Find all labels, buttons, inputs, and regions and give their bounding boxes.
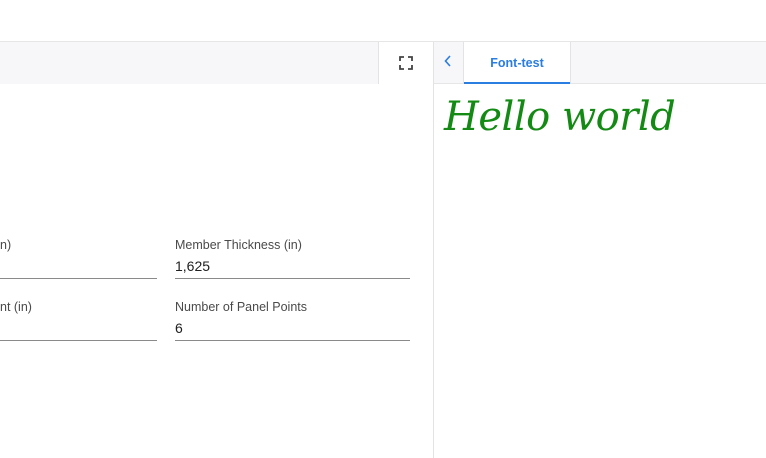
fullscreen-button[interactable] <box>379 42 433 84</box>
field-underline <box>0 340 157 341</box>
panel-points-input[interactable]: 6 <box>175 320 183 336</box>
form-toolbar <box>0 42 433 84</box>
field-underline <box>175 278 410 279</box>
preview-pane: Font-test Hello world <box>434 42 766 458</box>
tab-back-button[interactable] <box>434 42 462 84</box>
top-bar <box>0 0 766 42</box>
font-preview-text: Hello world <box>444 94 676 140</box>
fullscreen-icon <box>399 56 413 70</box>
field-label: Member Thickness (in) <box>175 238 302 252</box>
app-window: n) Member Thickness (in) 1,625 nt (in) N… <box>0 0 766 458</box>
field-label: Number of Panel Points <box>175 300 308 314</box>
tab-label: Font-test <box>490 56 544 70</box>
tab-font-test[interactable]: Font-test <box>463 42 571 84</box>
field-underline <box>0 278 157 279</box>
field-underline <box>175 340 410 341</box>
field-label: nt (in) <box>0 300 32 314</box>
member-thickness-input[interactable]: 1,625 <box>175 258 210 274</box>
field-label: n) <box>0 238 12 252</box>
tab-bar: Font-test <box>434 42 766 84</box>
form-pane: n) Member Thickness (in) 1,625 nt (in) N… <box>0 42 433 458</box>
chevron-left-icon <box>444 54 452 72</box>
active-tab-indicator <box>464 82 570 84</box>
